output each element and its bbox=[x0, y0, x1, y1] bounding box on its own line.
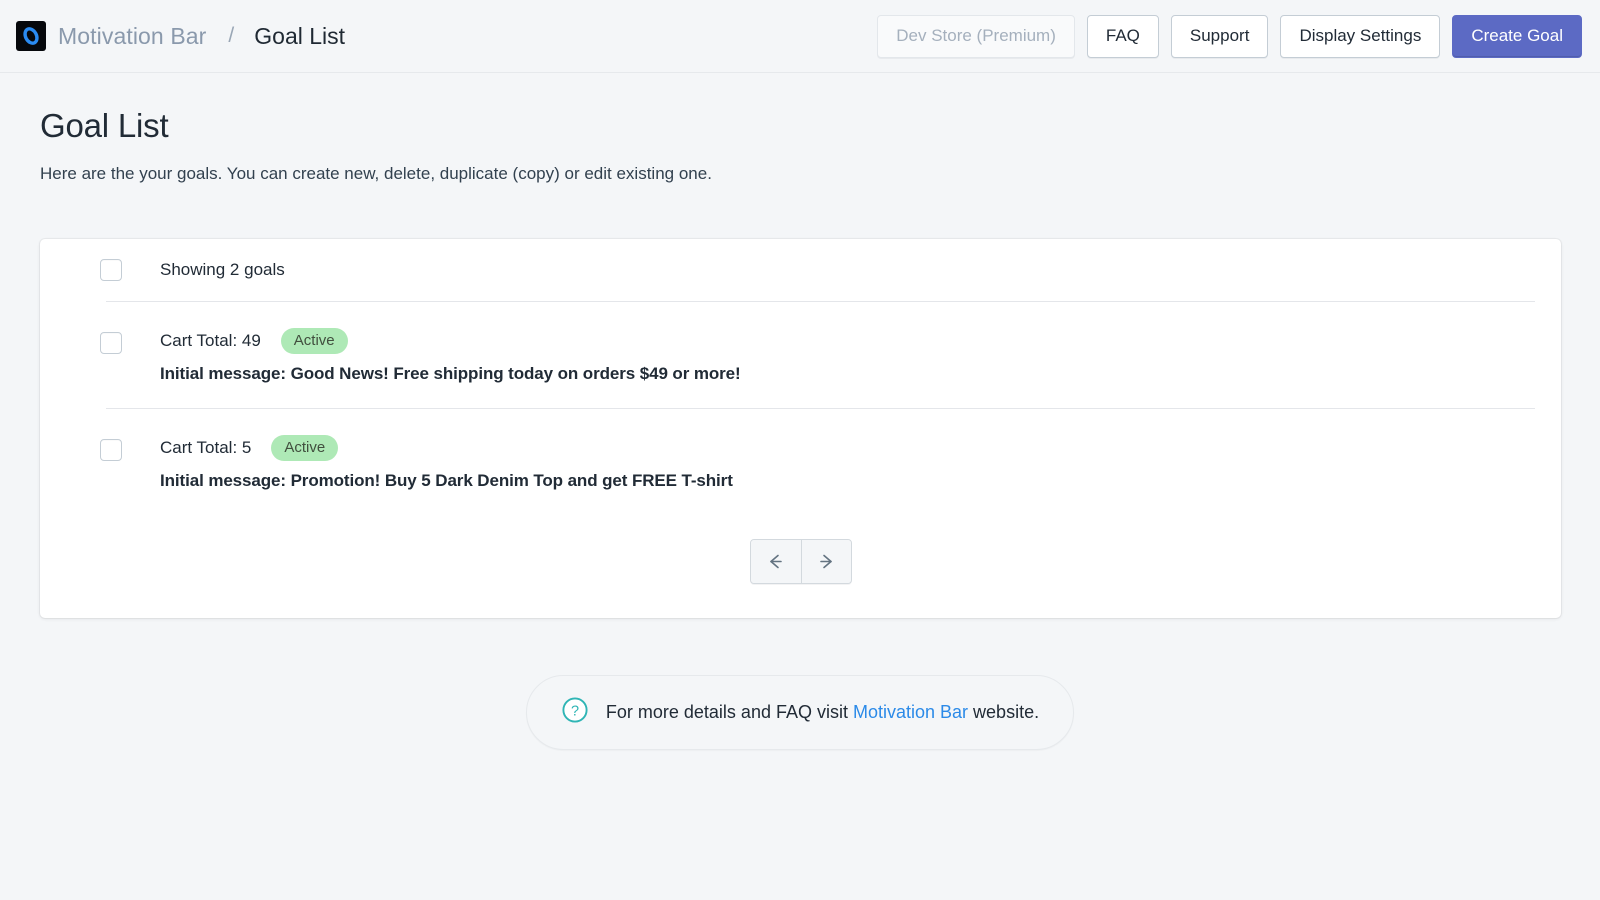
table-row[interactable]: Cart Total: 49 Active Initial message: G… bbox=[40, 302, 1561, 408]
previous-page-button[interactable] bbox=[750, 539, 801, 583]
footer-help-banner: ? For more details and FAQ visit Motivat… bbox=[525, 674, 1075, 750]
footer-text-before: For more details and FAQ visit bbox=[605, 701, 853, 722]
goal-title: Cart Total: 49 bbox=[160, 330, 261, 350]
page-title: Goal List bbox=[40, 107, 169, 144]
select-all-checkbox[interactable] bbox=[100, 258, 122, 281]
page-subtitle: Here are the your goals. You can create … bbox=[40, 163, 712, 183]
next-page-button[interactable] bbox=[800, 539, 851, 583]
status-badge: Active bbox=[280, 327, 348, 354]
motivation-bar-link[interactable]: Motivation Bar bbox=[853, 702, 968, 722]
store-button[interactable]: Dev Store (Premium) bbox=[877, 14, 1075, 58]
status-badge: Active bbox=[271, 434, 339, 461]
motivation-bar-logo-icon bbox=[16, 21, 46, 51]
goal-message: Initial message: Promotion! Buy 5 Dark D… bbox=[160, 470, 733, 490]
svg-text:?: ? bbox=[571, 703, 579, 719]
top-bar-actions: Dev Store (Premium) FAQ Support Display … bbox=[877, 14, 1582, 58]
arrow-right-icon bbox=[816, 551, 837, 572]
goal-list-card: Showing 2 goals Cart Total: 49 Active In… bbox=[40, 238, 1561, 618]
goal-message: Initial message: Good News! Free shippin… bbox=[160, 363, 741, 383]
goal-count-label: Showing 2 goals bbox=[160, 259, 285, 279]
create-goal-button[interactable]: Create Goal bbox=[1452, 14, 1582, 58]
pagination bbox=[40, 515, 1561, 618]
page-content: Goal List Here are the your goals. You c… bbox=[0, 73, 1600, 750]
goal-select-checkbox[interactable] bbox=[100, 438, 122, 461]
page-breadcrumb-current: Goal List bbox=[254, 22, 346, 49]
table-row[interactable]: Cart Total: 5 Active Initial message: Pr… bbox=[40, 409, 1561, 515]
footer-text-after: website. bbox=[968, 701, 1040, 722]
breadcrumb-separator: / bbox=[228, 24, 235, 47]
pagination-group bbox=[749, 538, 852, 584]
question-mark-circle-icon: ? bbox=[561, 696, 589, 729]
faq-button[interactable]: FAQ bbox=[1086, 14, 1159, 58]
breadcrumb: Motivation Bar / Goal List bbox=[16, 21, 345, 51]
display-settings-button[interactable]: Display Settings bbox=[1280, 14, 1441, 58]
list-header-row: Showing 2 goals bbox=[40, 239, 1561, 301]
support-button[interactable]: Support bbox=[1170, 14, 1269, 58]
brand-name[interactable]: Motivation Bar bbox=[58, 23, 206, 50]
arrow-left-icon bbox=[765, 551, 786, 572]
goal-select-checkbox[interactable] bbox=[100, 331, 122, 354]
footer-help-text: For more details and FAQ visit Motivatio… bbox=[606, 702, 1039, 723]
goal-title: Cart Total: 5 bbox=[160, 437, 252, 457]
top-bar: Motivation Bar / Goal List Dev Store (Pr… bbox=[0, 0, 1600, 73]
footer-help-wrap: ? For more details and FAQ visit Motivat… bbox=[40, 674, 1560, 750]
